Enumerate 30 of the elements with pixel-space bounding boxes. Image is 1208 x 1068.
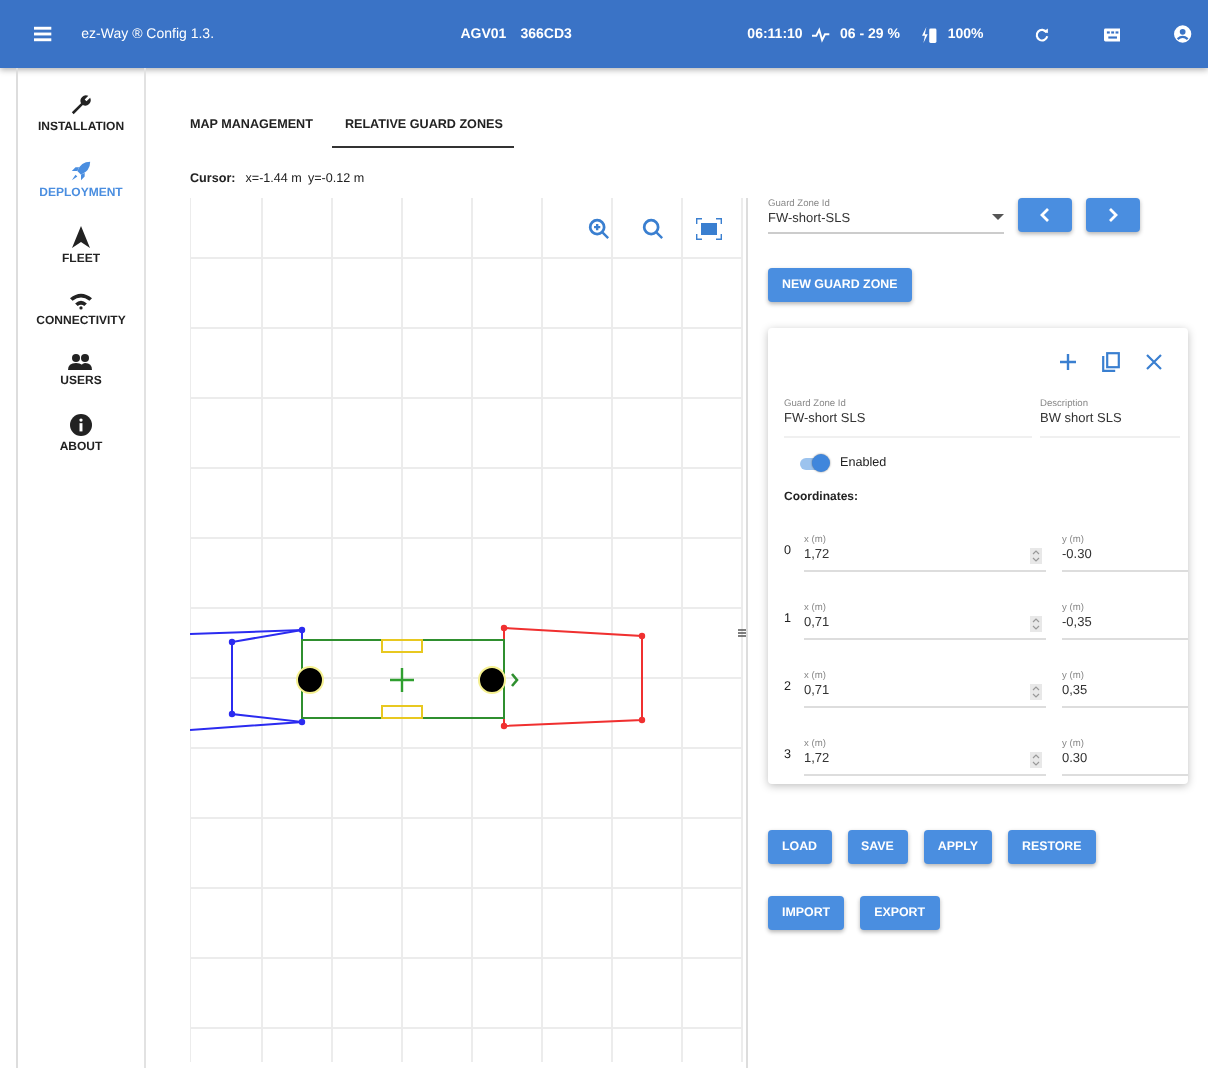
next-button[interactable] bbox=[1086, 197, 1140, 231]
front-zone-outline[interactable] bbox=[500, 624, 646, 730]
caret-icon bbox=[992, 214, 1004, 220]
close-icon[interactable] bbox=[1146, 354, 1162, 370]
wrench-icon bbox=[69, 94, 92, 116]
info-icon bbox=[70, 414, 92, 436]
drag-handle-icon[interactable] bbox=[738, 628, 746, 638]
add-icon[interactable] bbox=[1060, 354, 1076, 370]
navigation-arrow-icon bbox=[72, 226, 90, 248]
rocket-icon bbox=[69, 160, 92, 182]
chevron-right-icon bbox=[1108, 207, 1118, 221]
battery-charging-icon bbox=[921, 23, 938, 45]
spinner-icon[interactable] bbox=[1030, 684, 1042, 700]
spinner-icon[interactable] bbox=[1030, 616, 1042, 632]
zoom-in-icon[interactable] bbox=[588, 218, 610, 240]
menu-icon[interactable] bbox=[34, 24, 52, 44]
refresh-icon[interactable] bbox=[1033, 23, 1050, 45]
fit-screen-icon[interactable] bbox=[696, 218, 722, 240]
copy-icon[interactable] bbox=[1102, 352, 1120, 372]
pulse-icon bbox=[812, 25, 830, 43]
people-icon bbox=[68, 354, 93, 370]
account-icon[interactable] bbox=[1174, 22, 1193, 46]
previous-button[interactable] bbox=[1018, 197, 1072, 231]
chevron-left-icon bbox=[1040, 207, 1050, 221]
spinner-icon[interactable] bbox=[1030, 548, 1042, 564]
keyboard-icon[interactable] bbox=[1103, 25, 1121, 43]
spinner-icon[interactable] bbox=[1030, 752, 1042, 768]
enabled-switch[interactable] bbox=[800, 457, 828, 469]
wifi-icon bbox=[69, 292, 92, 310]
zoom-out-icon[interactable] bbox=[642, 218, 664, 240]
